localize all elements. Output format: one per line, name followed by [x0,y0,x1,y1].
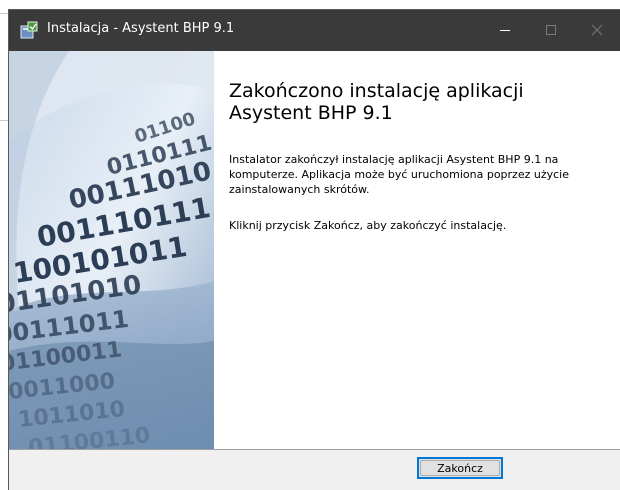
finish-button-label: Zakończ [437,461,483,475]
minimize-button[interactable] [482,10,528,51]
close-icon [591,21,603,40]
wizard-content: 01100 0110111 00111010 001110111 100101011 01… [9,51,620,449]
installer-app-icon [19,20,39,40]
minimize-icon [499,21,511,40]
title-bar[interactable]: Instalacja - Asystent BHP 9.1 [9,10,620,51]
maximize-button[interactable] [528,10,574,51]
background-divider [0,13,9,14]
background-divider [0,120,9,121]
wizard-side-image: 01100 0110111 00111010 001110111 100101011 01… [9,51,214,449]
window-title: Instalacja - Asystent BHP 9.1 [47,21,235,36]
finish-button[interactable]: Zakończ [417,457,503,479]
completion-description: Instalator zakończył instalację aplikacj… [229,153,569,196]
installer-window: Instalacja - Asystent BHP 9.1 01100 0110… [9,10,620,490]
binary-digits-graphic: 0110001101110011101000111011110010101101… [9,51,214,449]
finish-instruction: Kliknij przycisk Zakończ, aby zakończyć … [229,219,507,232]
wizard-footer: Zakończ [9,450,620,490]
close-button[interactable] [574,10,620,51]
maximize-icon [545,21,557,40]
completion-heading: Zakończono instalację aplikacji Asystent… [229,80,524,124]
